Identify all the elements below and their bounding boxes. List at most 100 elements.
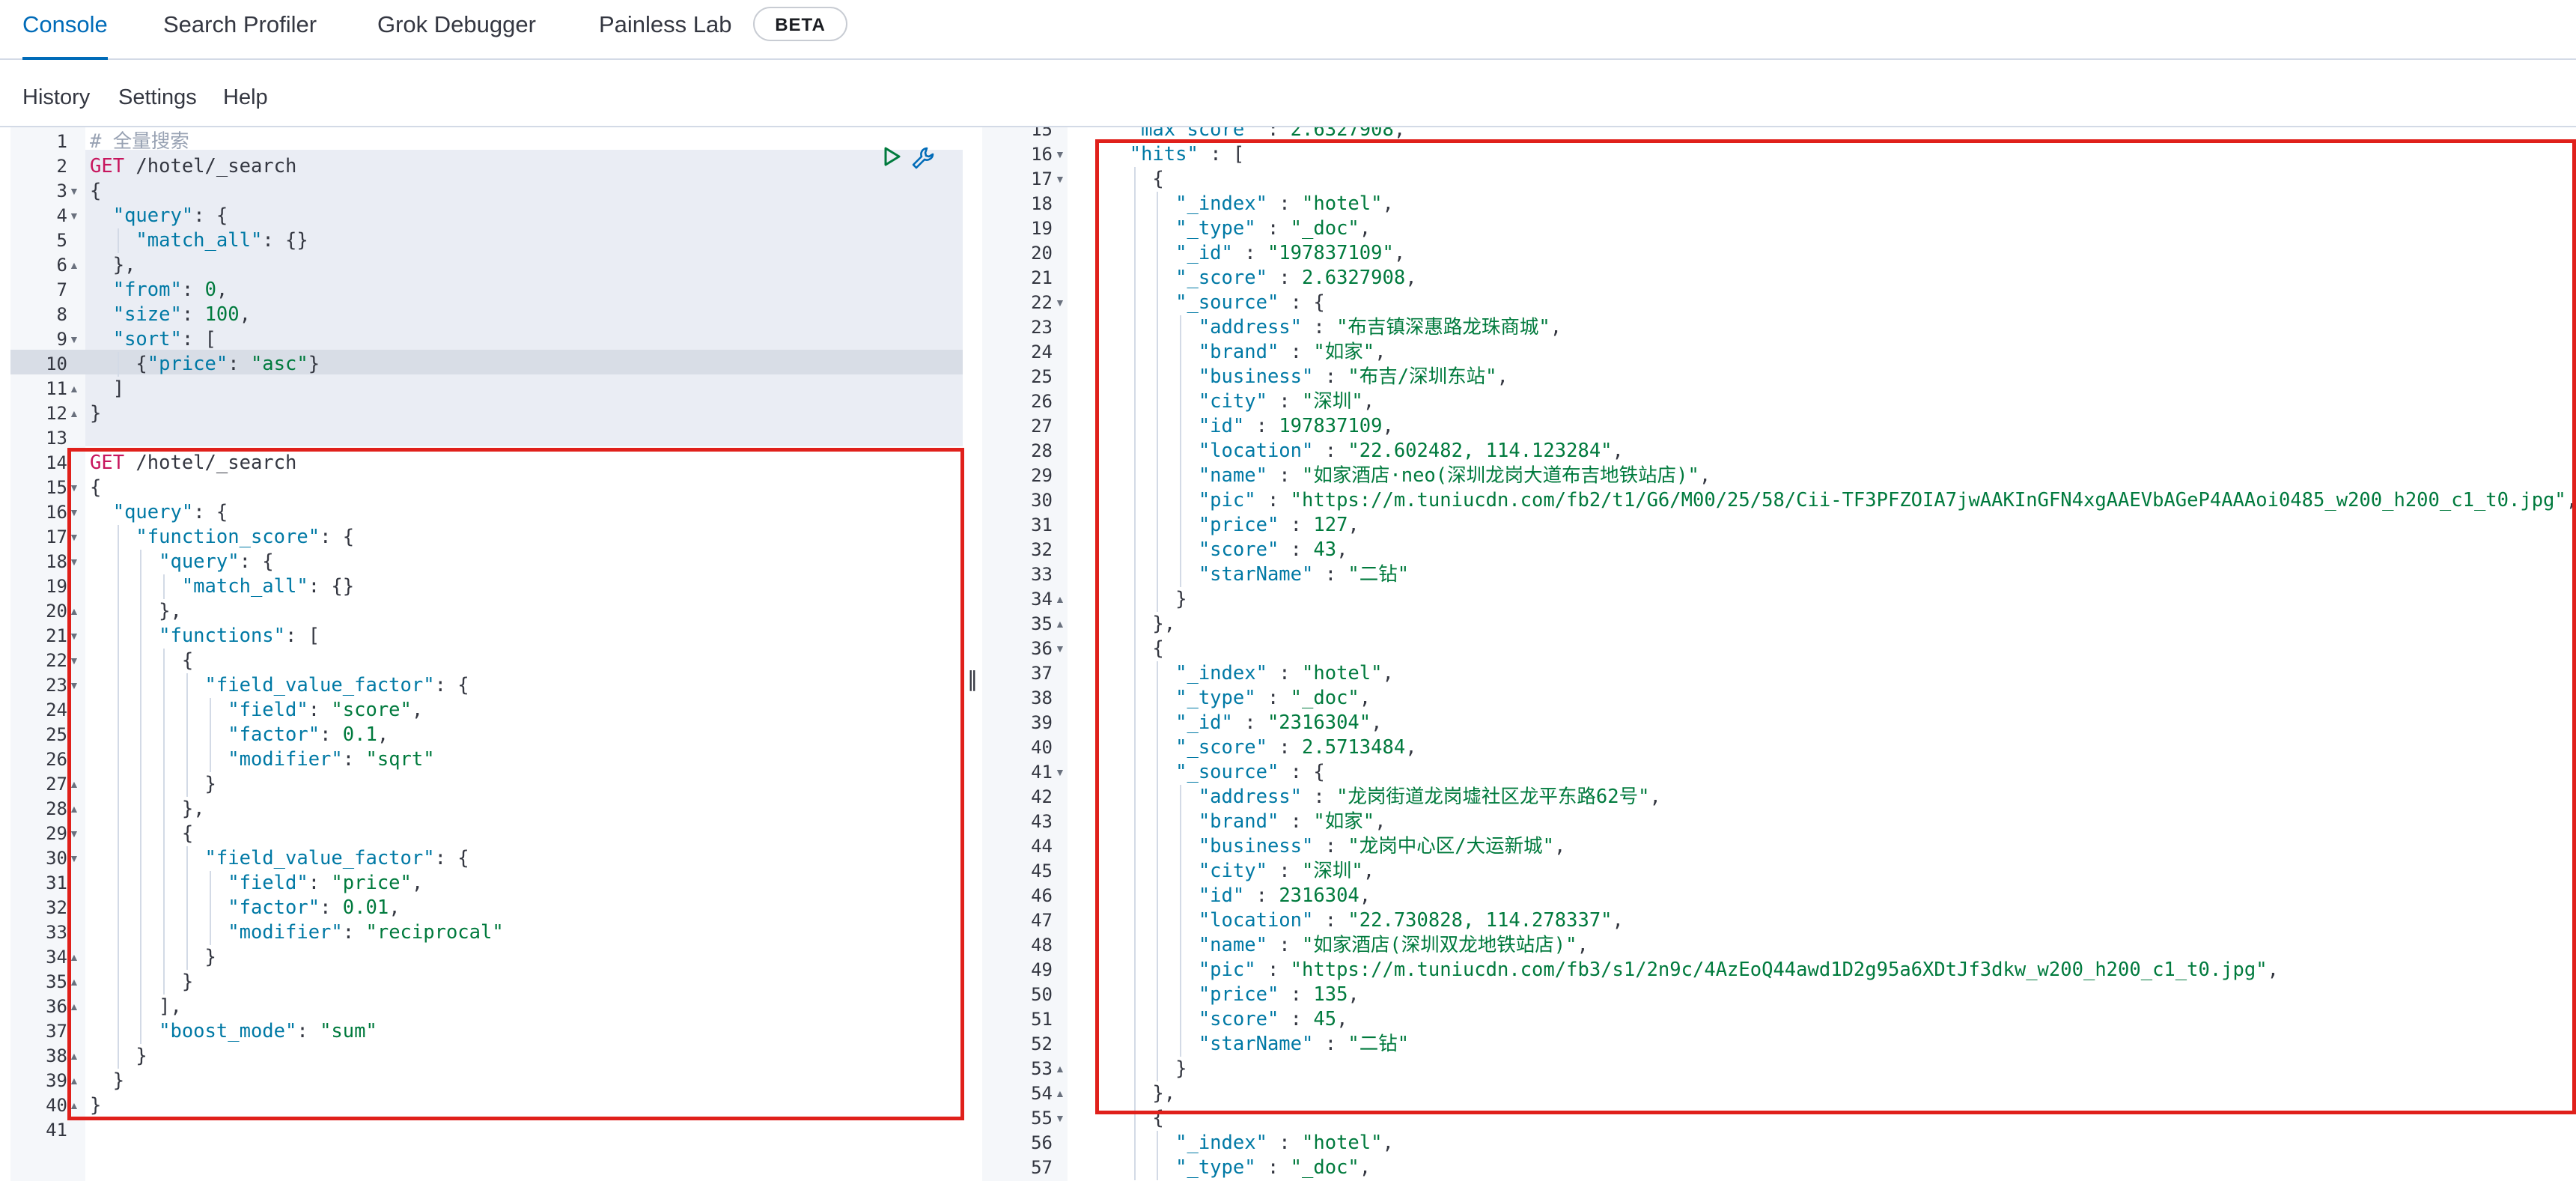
fold-down-icon[interactable]: ▼	[69, 846, 79, 871]
fold-up-icon[interactable]: ▲	[69, 772, 79, 797]
code-line[interactable]: {"price": "asc"}	[90, 352, 320, 377]
fold-down-icon[interactable]: ▼	[1055, 167, 1065, 192]
code-line[interactable]: "boost_mode": "sum"	[90, 1019, 377, 1044]
fold-down-icon[interactable]: ▼	[69, 649, 79, 673]
code-line[interactable]: "city" : "深圳",	[1106, 859, 1374, 884]
code-line[interactable]: "hits" : [	[1106, 142, 1245, 167]
code-line[interactable]: "pic" : "https://m.tuniucdn.com/fb2/t1/G…	[1106, 488, 2576, 513]
help-link[interactable]: Help	[223, 85, 268, 110]
code-line[interactable]: },	[90, 599, 182, 624]
fold-down-icon[interactable]: ▼	[69, 673, 79, 698]
code-line[interactable]: }	[1106, 587, 1187, 612]
fold-down-icon[interactable]: ▼	[1055, 760, 1065, 785]
code-line[interactable]: }	[90, 772, 216, 797]
code-line[interactable]: "_type" : "_doc",	[1106, 1156, 1371, 1180]
code-line[interactable]: "_source" : {	[1106, 760, 1325, 785]
code-line[interactable]: {	[90, 179, 101, 204]
code-line[interactable]: "_score" : 2.5713484,	[1106, 735, 1416, 760]
tab-console[interactable]: Console	[22, 0, 108, 60]
fold-up-icon[interactable]: ▲	[1055, 612, 1065, 637]
fold-down-icon[interactable]: ▼	[69, 550, 79, 574]
code-line[interactable]: }	[90, 945, 216, 970]
code-line[interactable]: ]	[90, 377, 124, 401]
code-line[interactable]: "starName" : "二钻"	[1106, 1032, 1409, 1057]
fold-down-icon[interactable]: ▼	[69, 327, 79, 352]
code-line[interactable]: # 全量搜索	[90, 130, 189, 154]
code-line[interactable]: "_index" : "hotel",	[1106, 192, 1394, 216]
fold-down-icon[interactable]: ▼	[69, 624, 79, 649]
fold-up-icon[interactable]: ▲	[69, 1069, 79, 1093]
code-line[interactable]: "location" : "22.602482, 114.123284",	[1106, 439, 1624, 464]
code-line[interactable]: },	[90, 253, 136, 278]
request-editor[interactable]: 1 # 全量搜索 2 GET /hotel/_search 3 ▼{4 ▼ "query":…	[0, 127, 963, 1181]
fold-down-icon[interactable]: ▼	[69, 525, 79, 550]
code-line[interactable]: "id" : 197837109,	[1106, 414, 1394, 439]
fold-down-icon[interactable]: ▼	[1055, 291, 1065, 315]
fold-down-icon[interactable]: ▼	[1055, 1106, 1065, 1131]
code-line[interactable]: "brand" : "如家",	[1106, 810, 1386, 834]
wrench-icon[interactable]	[910, 145, 940, 175]
code-line[interactable]: "price" : 135,	[1106, 983, 1359, 1007]
code-line[interactable]: "name" : "如家酒店·neo(深圳龙岗大道布吉地铁站店)",	[1106, 464, 1711, 488]
code-line[interactable]: "_id" : "197837109",	[1106, 241, 1405, 266]
code-line[interactable]: "sort": [	[90, 327, 216, 352]
code-line[interactable]: "address" : "龙岗街道龙岗墟社区龙平东路62号",	[1106, 785, 1661, 810]
settings-link[interactable]: Settings	[118, 85, 197, 110]
fold-up-icon[interactable]: ▲	[69, 253, 79, 278]
code-line[interactable]: "match_all": {}	[90, 228, 308, 253]
code-line[interactable]: },	[90, 797, 205, 822]
code-line[interactable]: "size": 100,	[90, 303, 251, 327]
fold-up-icon[interactable]: ▲	[69, 1044, 79, 1069]
code-line[interactable]: }	[1106, 1057, 1187, 1081]
fold-down-icon[interactable]: ▼	[1055, 637, 1065, 661]
history-link[interactable]: History	[22, 85, 90, 110]
fold-up-icon[interactable]: ▲	[1055, 1081, 1065, 1106]
fold-down-icon[interactable]: ▼	[69, 500, 79, 525]
code-line[interactable]: "_index" : "hotel",	[1106, 1131, 1394, 1156]
code-line[interactable]: "factor": 0.1,	[90, 723, 389, 747]
fold-up-icon[interactable]: ▲	[1055, 587, 1065, 612]
code-line[interactable]: },	[1106, 1081, 1175, 1106]
code-line[interactable]: "city" : "深圳",	[1106, 389, 1374, 414]
fold-up-icon[interactable]: ▲	[69, 797, 79, 822]
play-icon[interactable]	[880, 145, 910, 175]
code-line[interactable]: "score" : 45,	[1106, 1007, 1348, 1032]
fold-down-icon[interactable]: ▼	[69, 822, 79, 846]
fold-up-icon[interactable]: ▲	[69, 970, 79, 995]
code-line[interactable]: "field_value_factor": {	[90, 673, 469, 698]
code-line[interactable]: "from": 0,	[90, 278, 228, 303]
code-line[interactable]: "_score" : 2.6327908,	[1106, 266, 1416, 291]
code-line[interactable]: "_type" : "_doc",	[1106, 216, 1371, 241]
code-line[interactable]: },	[1106, 612, 1175, 637]
code-line[interactable]: "_index" : "hotel",	[1106, 661, 1394, 686]
code-line[interactable]: "business" : "龙岗中心区/大运新城",	[1106, 834, 1566, 859]
code-line[interactable]: "_id" : "2316304",	[1106, 711, 1382, 735]
code-line[interactable]: "modifier": "reciprocal"	[90, 920, 503, 945]
code-line[interactable]: "_type" : "_doc",	[1106, 686, 1371, 711]
code-line[interactable]: "brand" : "如家",	[1106, 340, 1386, 365]
code-line[interactable]: "functions": [	[90, 624, 320, 649]
code-line[interactable]: "location" : "22.730828, 114.278337",	[1106, 908, 1624, 933]
code-line[interactable]: "price" : 127,	[1106, 513, 1359, 538]
fold-up-icon[interactable]: ▲	[1055, 1057, 1065, 1081]
code-line[interactable]: "query": {	[90, 204, 228, 228]
code-line[interactable]: "query": {	[90, 500, 228, 525]
code-line[interactable]: }	[90, 401, 101, 426]
code-line[interactable]: "match_all": {}	[90, 574, 354, 599]
code-line[interactable]: }	[90, 1069, 124, 1093]
fold-up-icon[interactable]: ▲	[69, 599, 79, 624]
tab-painless-lab[interactable]: Painless Lab	[599, 0, 732, 57]
fold-up-icon[interactable]: ▲	[69, 945, 79, 970]
fold-up-icon[interactable]: ▲	[69, 377, 79, 401]
code-line[interactable]: "max_score" : 2.6327908,	[1106, 127, 1405, 142]
code-line[interactable]: "starName" : "二钻"	[1106, 562, 1409, 587]
tab-search-profiler[interactable]: Search Profiler	[163, 0, 317, 57]
fold-up-icon[interactable]: ▲	[69, 401, 79, 426]
code-line[interactable]: {	[90, 476, 101, 500]
tab-grok-debugger[interactable]: Grok Debugger	[377, 0, 536, 57]
response-output[interactable]: 15 "max_score" : 2.6327908, 16 ▼ "hits" : …	[982, 127, 2576, 1181]
code-line[interactable]: "factor": 0.01,	[90, 896, 400, 920]
code-line[interactable]: "id" : 2316304,	[1106, 884, 1371, 908]
fold-down-icon[interactable]: ▼	[1055, 142, 1065, 167]
fold-up-icon[interactable]: ▲	[69, 1093, 79, 1118]
